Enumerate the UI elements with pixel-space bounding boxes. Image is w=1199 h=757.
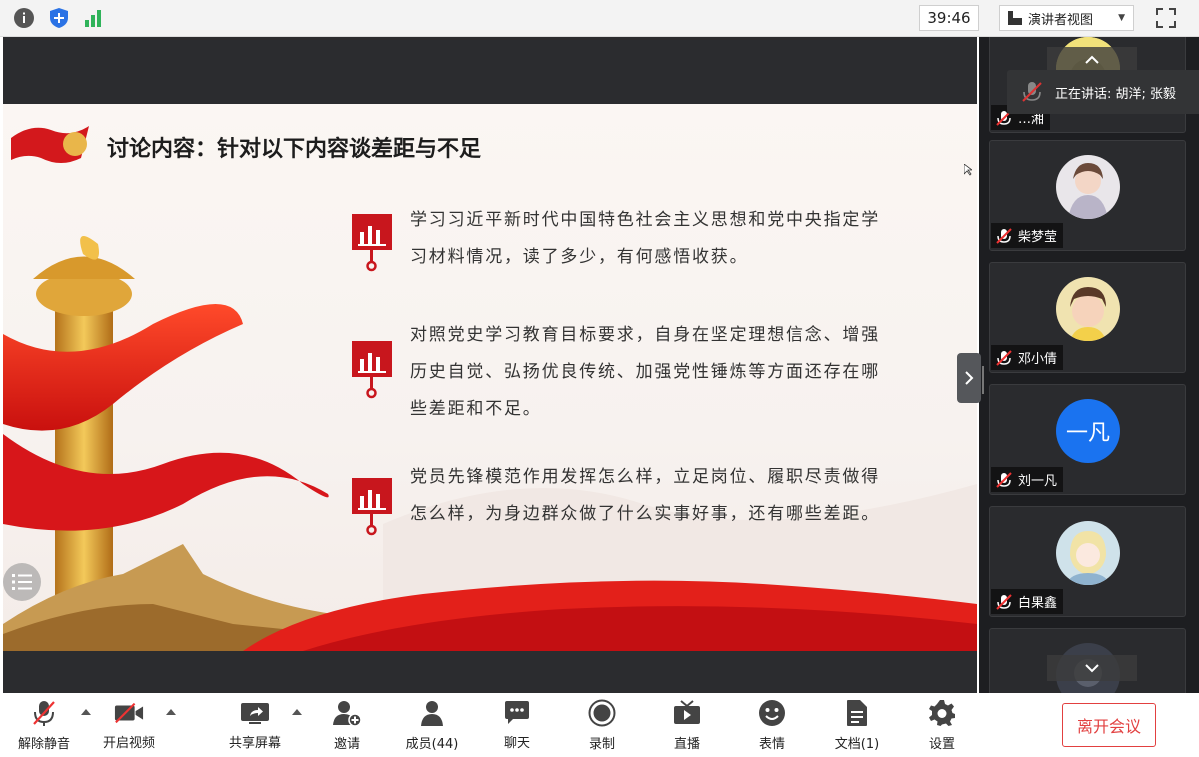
- reactions-button[interactable]: 表情: [757, 699, 787, 752]
- chevron-down-icon: [1085, 664, 1099, 673]
- live-stream-button[interactable]: 直播: [672, 699, 702, 752]
- reactions-label: 表情: [758, 737, 785, 752]
- unmute-label: 解除静音: [17, 737, 70, 752]
- record-icon: [587, 699, 617, 727]
- start-video-button[interactable]: 开启视频: [101, 699, 157, 751]
- participant-tile[interactable]: 白果鑫: [989, 506, 1186, 617]
- participant-name-tag: 柴梦莹: [991, 223, 1064, 248]
- participant-name: 刘一凡: [1018, 474, 1058, 489]
- live-tv-icon: [672, 699, 702, 727]
- live-stream-label: 直播: [673, 737, 700, 752]
- share-screen-label: 共享屏幕: [228, 736, 281, 751]
- record-label: 录制: [588, 737, 615, 752]
- invite-button[interactable]: 邀请: [332, 699, 362, 752]
- panel-resize-handle[interactable]: [982, 366, 984, 394]
- text-line: 党员先锋模范作用发挥怎么样，立足岗位、履职尽责做得: [410, 467, 880, 487]
- bullet-chart-icon: [352, 478, 392, 536]
- signal-icon[interactable]: [81, 6, 105, 30]
- mouse-cursor-icon: [964, 164, 972, 176]
- meeting-timer: 39:46: [919, 5, 979, 31]
- outline-list-button[interactable]: [3, 563, 41, 601]
- participant-name: 柴梦莹: [1018, 230, 1058, 245]
- bullet-chart-icon: [352, 341, 392, 399]
- text-line: 学习习近平新时代中国特色社会主义思想和党中央指定学: [410, 210, 880, 230]
- active-speaker-label: 正在讲话: 胡洋; 张毅: [1055, 86, 1177, 102]
- invite-label: 邀请: [333, 737, 360, 752]
- shield-icon[interactable]: [47, 6, 71, 30]
- mic-muted-icon: [996, 227, 1012, 244]
- bullet-chart-icon: [352, 214, 392, 272]
- camera-off-icon: [114, 699, 144, 726]
- participant-tile[interactable]: 邓小倩: [989, 262, 1186, 373]
- list-icon: [12, 574, 32, 590]
- active-speaker-banner: 正在讲话: 胡洋; 张毅: [1007, 70, 1199, 114]
- participant-name: 邓小倩: [1018, 352, 1058, 367]
- text-line: 对照党史学习教育目标要求，自身在坚定理想信念、增强: [410, 325, 880, 345]
- discussion-item-1: 学习习近平新时代中国特色社会主义思想和党中央指定学 习材料情况，读了多少，有何感…: [410, 202, 920, 276]
- text-line: 历史自觉、弘扬优良传统、加强党性锤炼等方面还存在哪: [410, 362, 880, 382]
- document-icon: [842, 699, 872, 727]
- record-button[interactable]: 录制: [587, 699, 617, 752]
- avatar: 一凡: [1056, 399, 1120, 463]
- settings-label: 设置: [928, 737, 955, 752]
- share-screen-button[interactable]: 共享屏幕: [227, 699, 283, 751]
- discussion-item-3: 党员先锋模范作用发挥怎么样，立足岗位、履职尽责做得 怎么样，为身边群众做了什么实…: [410, 459, 920, 533]
- share-options-caret[interactable]: [292, 709, 302, 715]
- meeting-toolbar: 解除静音 开启视频 共享屏幕 邀请 成员(44) 聊天 录制 直播 表情 文档(…: [0, 693, 1199, 757]
- presentation-slide: 讨论内容：针对以下内容谈差距与不足 学习习近平新时代中国特色社会主义思想和党中央…: [3, 104, 977, 651]
- slide-title: 讨论内容：针对以下内容谈差距与不足: [107, 136, 482, 162]
- unmute-button[interactable]: 解除静音: [16, 699, 72, 752]
- mic-muted-icon: [1022, 82, 1042, 102]
- members-icon: [417, 699, 447, 727]
- shared-screen-area: 讨论内容：针对以下内容谈差距与不足 学习习近平新时代中国特色社会主义思想和党中央…: [3, 37, 977, 693]
- start-video-label: 开启视频: [102, 736, 155, 751]
- text-line: 些差距和不足。: [410, 399, 542, 419]
- leave-meeting-button[interactable]: 离开会议: [1062, 703, 1156, 747]
- members-label: 成员(44): [405, 737, 459, 752]
- collapse-panel-button[interactable]: [957, 353, 981, 403]
- top-bar: 39:46 演讲者视图 ▼: [0, 0, 1199, 37]
- smiley-icon: [757, 699, 787, 727]
- add-user-icon: [332, 699, 362, 727]
- members-button[interactable]: 成员(44): [405, 699, 459, 752]
- video-options-caret[interactable]: [166, 709, 176, 715]
- chevron-down-icon: ▼: [1118, 13, 1125, 23]
- gear-icon: [927, 699, 957, 727]
- participant-tile[interactable]: 一凡 刘一凡: [989, 384, 1186, 495]
- participant-tile[interactable]: 柴梦莹: [989, 140, 1186, 251]
- chat-button[interactable]: 聊天: [502, 699, 532, 751]
- participant-name: 白果鑫: [1018, 596, 1058, 611]
- scroll-down-button[interactable]: [1047, 655, 1137, 681]
- chevron-up-icon: [1085, 55, 1099, 64]
- avatar: [1056, 277, 1120, 341]
- avatar: [1056, 521, 1120, 585]
- documents-label: 文档(1): [834, 737, 880, 752]
- mic-muted-icon: [29, 699, 59, 727]
- mic-muted-icon: [996, 593, 1012, 610]
- documents-button[interactable]: 文档(1): [834, 699, 880, 752]
- fullscreen-icon[interactable]: [1154, 6, 1178, 30]
- view-mode-select[interactable]: 演讲者视图 ▼: [999, 5, 1134, 31]
- view-mode-label: 演讲者视图: [1028, 12, 1094, 28]
- chevron-right-icon: [965, 371, 974, 385]
- text-line: 习材料情况，读了多少，有何感悟收获。: [410, 247, 749, 267]
- participant-name-tag: 白果鑫: [991, 589, 1064, 614]
- chat-icon: [502, 699, 532, 726]
- settings-button[interactable]: 设置: [927, 699, 957, 752]
- avatar: [1056, 155, 1120, 219]
- participant-name-tag: 邓小倩: [991, 345, 1064, 370]
- text-line: 怎么样，为身边群众做了什么实事好事，还有哪些差距。: [410, 504, 880, 524]
- audio-options-caret[interactable]: [81, 709, 91, 715]
- discussion-item-2: 对照党史学习教育目标要求，自身在坚定理想信念、增强 历史自觉、弘扬优良传统、加强…: [410, 317, 920, 428]
- mic-muted-icon: [996, 471, 1012, 488]
- layout-icon: [1008, 11, 1022, 25]
- mic-muted-icon: [996, 349, 1012, 366]
- chat-label: 聊天: [503, 736, 530, 751]
- flag-logo-icon: [11, 126, 89, 163]
- info-icon[interactable]: [12, 6, 36, 30]
- share-screen-icon: [240, 699, 270, 726]
- participant-name-tag: 刘一凡: [991, 467, 1064, 492]
- participant-panel: …湘 柴梦莹 邓小倩 一凡 刘一凡 白果鑫: [979, 37, 1199, 693]
